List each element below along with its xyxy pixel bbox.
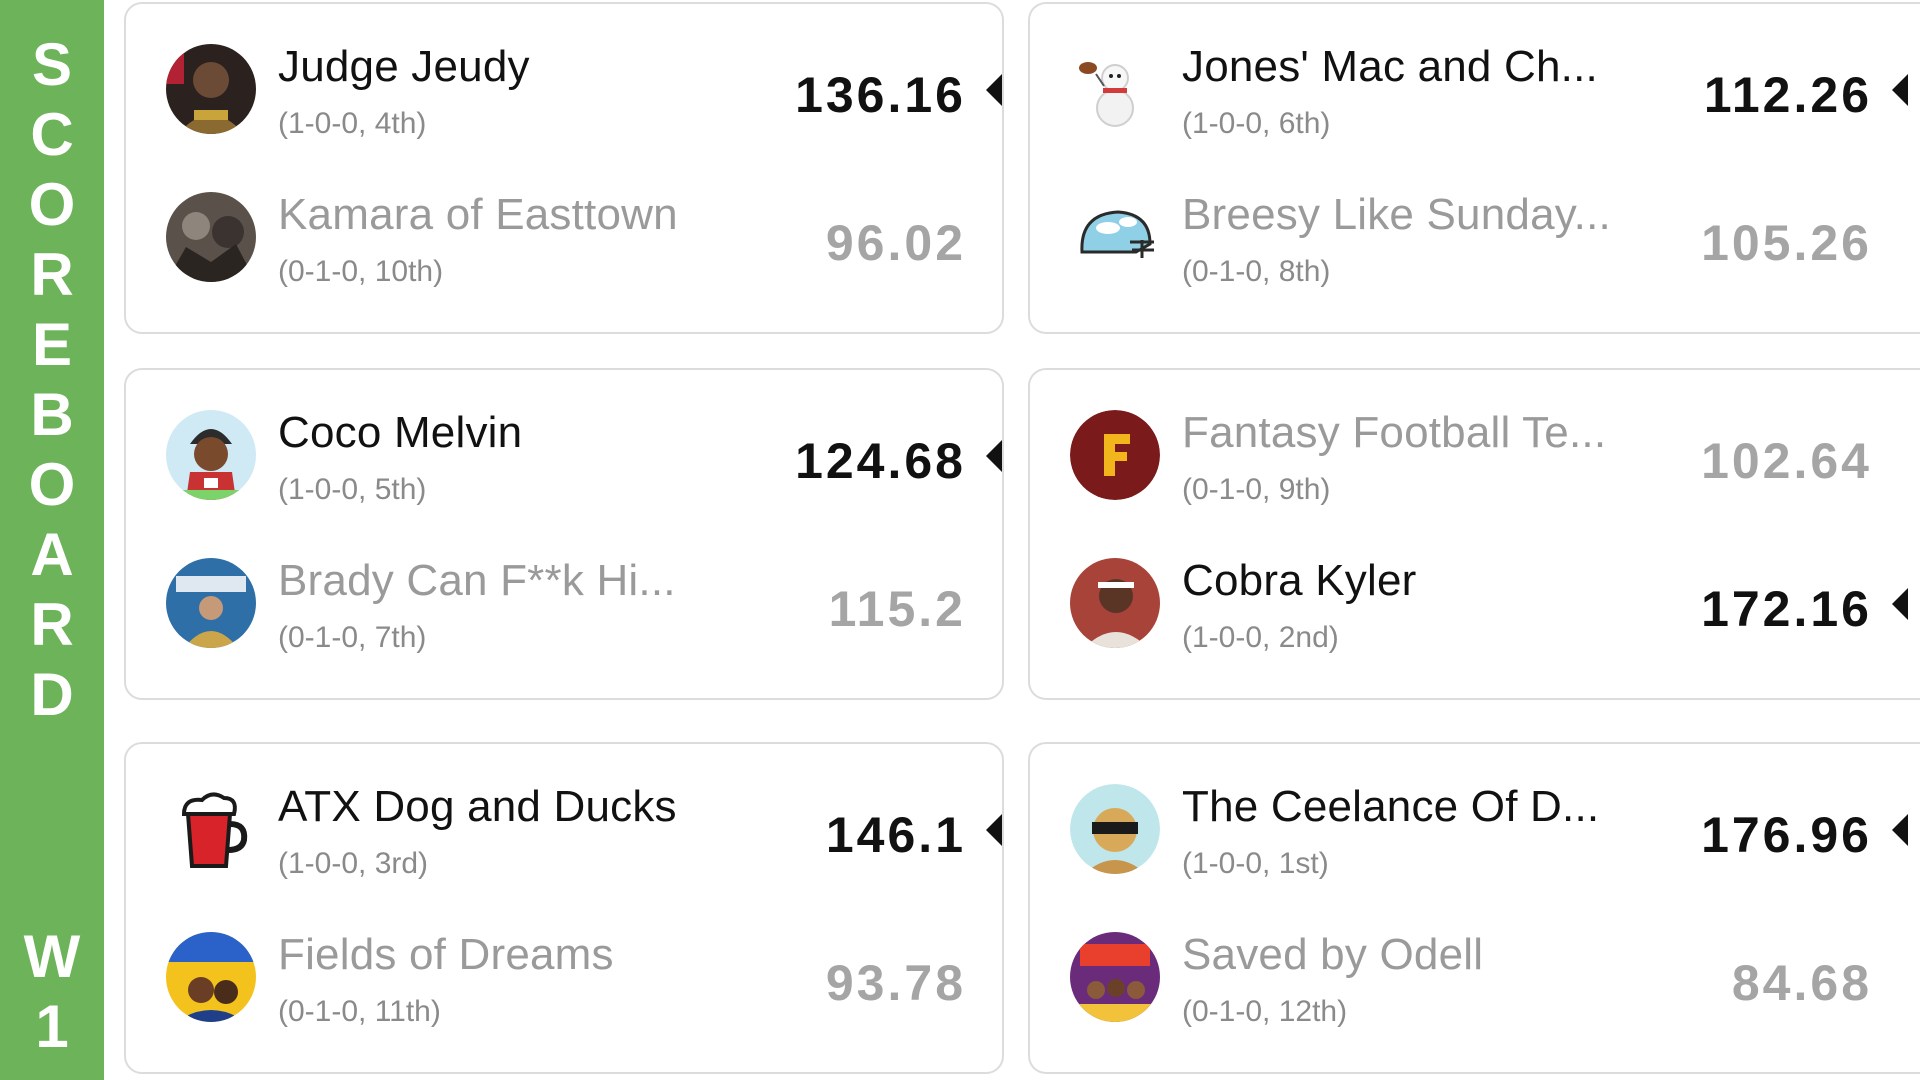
title-letter: O bbox=[28, 451, 76, 518]
team-name: Jones' Mac and Ch... bbox=[1182, 42, 1598, 91]
winner-arrow-icon bbox=[986, 74, 1002, 106]
cartoon-player-avatar bbox=[166, 410, 256, 500]
team-name: Saved by Odell bbox=[1182, 930, 1484, 979]
title-letter: O bbox=[28, 171, 76, 238]
title-letter: R bbox=[30, 591, 74, 658]
matchup-card[interactable]: Judge Jeudy (1-0-0, 4th) 136.16 Kamara o… bbox=[124, 2, 1004, 334]
matchup-card[interactable]: The Ceelance Of D... (1-0-0, 1st) 176.96… bbox=[1028, 742, 1920, 1074]
winner-arrow-icon bbox=[1892, 588, 1908, 620]
cereal-box-avatar bbox=[166, 932, 256, 1022]
team-record: (1-0-0, 5th) bbox=[278, 473, 427, 506]
team-record: (0-1-0, 10th) bbox=[278, 255, 444, 288]
team-row[interactable]: Judge Jeudy (1-0-0, 4th) 136.16 bbox=[126, 4, 1002, 144]
team-row[interactable]: The Ceelance Of D... (1-0-0, 1st) 176.96 bbox=[1030, 744, 1920, 884]
team-row[interactable]: Kamara of Easttown (0-1-0, 10th) 96.02 bbox=[126, 152, 1002, 292]
team-score: 146.1 bbox=[825, 807, 966, 863]
team-row[interactable]: Coco Melvin (1-0-0, 5th) 124.68 bbox=[126, 370, 1002, 510]
matchup-card[interactable]: Fantasy Football Te... (0-1-0, 9th) 102.… bbox=[1028, 368, 1920, 700]
title-letter: C bbox=[30, 101, 74, 168]
team-name: Coco Melvin bbox=[278, 408, 523, 457]
snowman-football-icon bbox=[1070, 44, 1160, 134]
team-name: The Ceelance Of D... bbox=[1182, 782, 1600, 831]
matchup-card[interactable]: Coco Melvin (1-0-0, 5th) 124.68 Brady Ca… bbox=[124, 368, 1004, 700]
team-score: 176.96 bbox=[1701, 807, 1872, 863]
team-row[interactable]: Cobra Kyler (1-0-0, 2nd) 172.16 bbox=[1030, 518, 1920, 658]
team-score: 136.16 bbox=[795, 67, 966, 123]
team-row[interactable]: Saved by Odell (0-1-0, 12th) 84.68 bbox=[1030, 892, 1920, 1032]
scoreboard-sidebar: S C O R E B O A R D W 1 bbox=[0, 0, 104, 1080]
player-photo-avatar bbox=[166, 558, 256, 648]
title-letter: A bbox=[30, 521, 74, 588]
player-photo-avatar bbox=[166, 44, 256, 134]
team-name: Fantasy Football Te... bbox=[1182, 408, 1607, 457]
team-record: (0-1-0, 11th) bbox=[278, 995, 441, 1028]
team-score: 105.26 bbox=[1701, 215, 1872, 271]
team-score: 115.2 bbox=[828, 581, 966, 637]
team-record: (1-0-0, 2nd) bbox=[1182, 621, 1339, 654]
title-letter: R bbox=[30, 241, 74, 308]
week-letter: 1 bbox=[35, 993, 69, 1060]
team-record: (0-1-0, 12th) bbox=[1182, 995, 1348, 1028]
masked-face-avatar bbox=[1070, 784, 1160, 874]
team-row[interactable]: Fantasy Football Te... (0-1-0, 9th) 102.… bbox=[1030, 370, 1920, 510]
team-record: (1-0-0, 3rd) bbox=[278, 847, 429, 880]
team-record: (0-1-0, 9th) bbox=[1182, 473, 1331, 506]
winner-arrow-icon bbox=[986, 440, 1002, 472]
team-score: 84.68 bbox=[1731, 955, 1872, 1011]
team-row[interactable]: Brady Can F**k Hi... (0-1-0, 7th) 115.2 bbox=[126, 518, 1002, 658]
team-score: 172.16 bbox=[1701, 581, 1872, 637]
winner-arrow-icon bbox=[1892, 74, 1908, 106]
winner-arrow-icon bbox=[1892, 814, 1908, 846]
scoreboard-title: S C O R E B O A R D bbox=[0, 30, 104, 730]
winner-arrow-icon bbox=[986, 814, 1002, 846]
team-name: Kamara of Easttown bbox=[278, 190, 678, 239]
team-name: Fields of Dreams bbox=[278, 930, 614, 979]
matchup-card[interactable]: Jones' Mac and Ch... (1-0-0, 6th) 112.26… bbox=[1028, 2, 1920, 334]
team-name: Judge Jeudy bbox=[278, 42, 530, 91]
week-label: W 1 bbox=[0, 922, 104, 1062]
player-photo-avatar bbox=[1070, 558, 1160, 648]
team-score: 112.26 bbox=[1703, 67, 1872, 123]
matchup-card[interactable]: ATX Dog and Ducks (1-0-0, 3rd) 146.1 Fie… bbox=[124, 742, 1004, 1074]
letter-f-logo-icon bbox=[1070, 410, 1160, 500]
saved-by-odell-avatar bbox=[1070, 932, 1160, 1022]
week-letter: W bbox=[23, 923, 81, 990]
title-letter: D bbox=[30, 661, 74, 728]
team-row[interactable]: ATX Dog and Ducks (1-0-0, 3rd) 146.1 bbox=[126, 744, 1002, 884]
player-photo-avatar bbox=[166, 192, 256, 282]
team-row[interactable]: Breesy Like Sunday... (0-1-0, 8th) 105.2… bbox=[1030, 152, 1920, 292]
team-record: (1-0-0, 6th) bbox=[1182, 107, 1331, 140]
team-row[interactable]: Jones' Mac and Ch... (1-0-0, 6th) 112.26 bbox=[1030, 4, 1920, 144]
cloud-helmet-icon bbox=[1070, 192, 1160, 282]
team-name: Cobra Kyler bbox=[1182, 556, 1417, 605]
team-score: 93.78 bbox=[825, 955, 966, 1011]
team-name: Brady Can F**k Hi... bbox=[278, 556, 676, 605]
team-record: (0-1-0, 8th) bbox=[1182, 255, 1331, 288]
team-score: 124.68 bbox=[795, 433, 966, 489]
team-name: Breesy Like Sunday... bbox=[1182, 190, 1611, 239]
beer-mug-icon bbox=[166, 784, 256, 874]
team-row[interactable]: Fields of Dreams (0-1-0, 11th) 93.78 bbox=[126, 892, 1002, 1032]
team-record: (1-0-0, 1st) bbox=[1182, 847, 1329, 880]
team-record: (1-0-0, 4th) bbox=[278, 107, 427, 140]
team-score: 96.02 bbox=[825, 215, 966, 271]
team-score: 102.64 bbox=[1701, 433, 1872, 489]
title-letter: B bbox=[30, 381, 74, 448]
title-letter: E bbox=[31, 311, 73, 378]
team-name: ATX Dog and Ducks bbox=[278, 782, 677, 831]
team-record: (0-1-0, 7th) bbox=[278, 621, 427, 654]
title-letter: S bbox=[31, 31, 73, 98]
